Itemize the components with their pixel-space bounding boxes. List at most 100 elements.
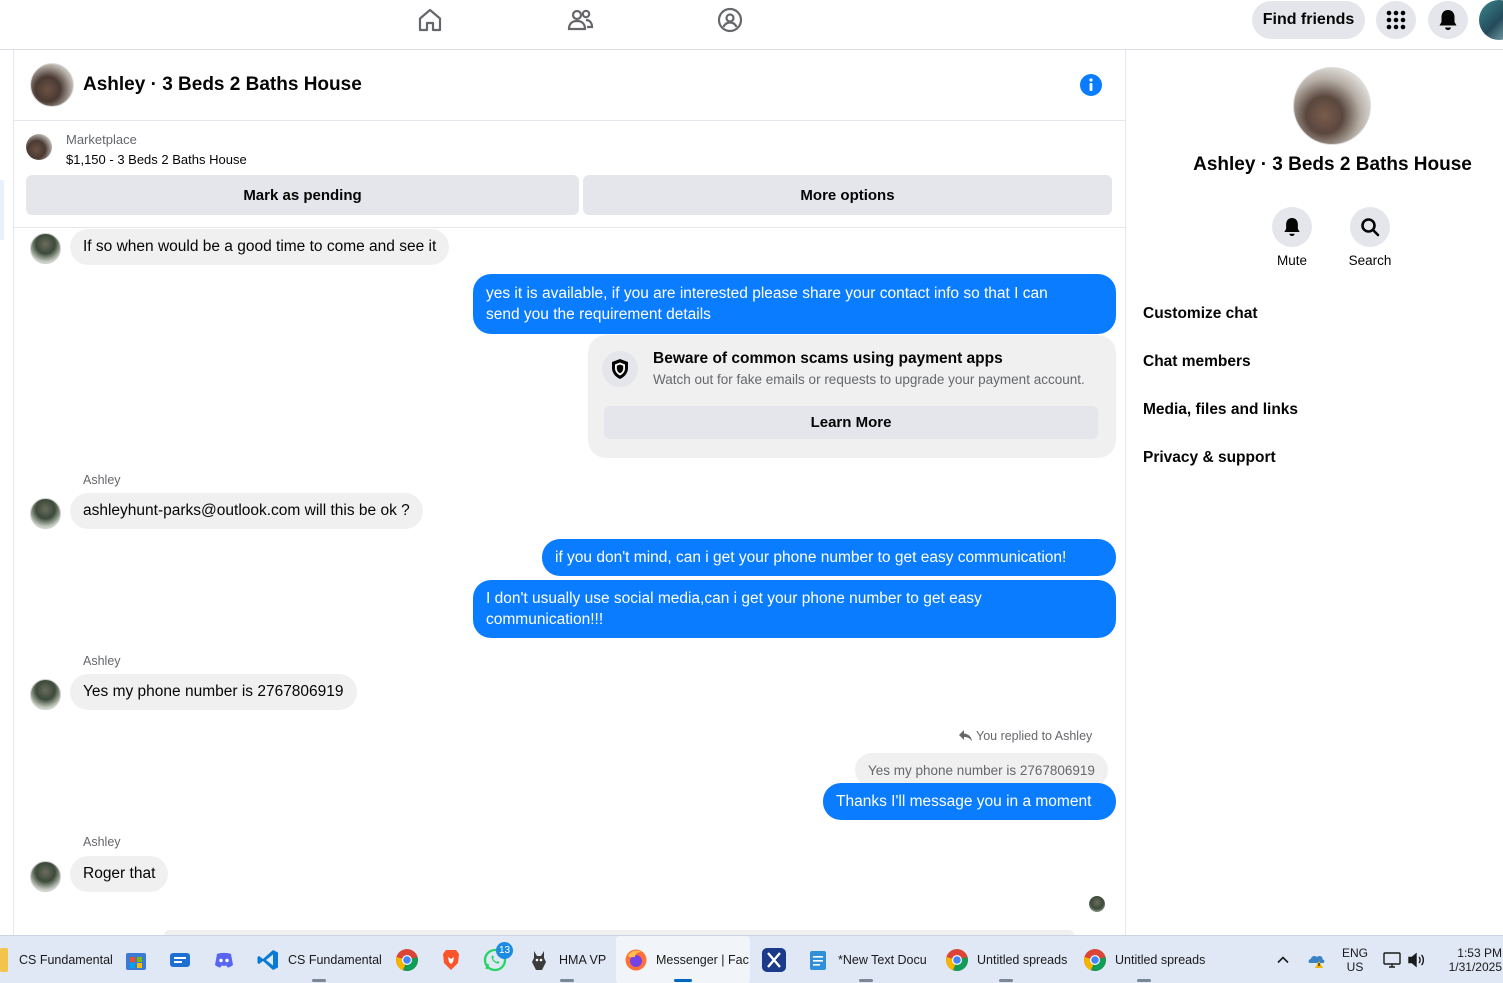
shield-icon bbox=[602, 351, 638, 387]
chat-thread: Ashley · 3 Beds 2 Baths House Marketplac… bbox=[13, 50, 1126, 935]
seen-receipt-avatar bbox=[1089, 896, 1105, 912]
incoming-message[interactable]: Yes my phone number is 2767806919 bbox=[70, 674, 357, 710]
running-indicator bbox=[559, 979, 574, 982]
running-indicator bbox=[311, 979, 326, 982]
taskbar-label: HMA VP bbox=[559, 953, 607, 967]
reply-indicator: You replied to Ashley bbox=[959, 729, 1092, 743]
sender-avatar[interactable] bbox=[30, 233, 61, 264]
taskbar-app-notepad[interactable]: *New Text Docu bbox=[806, 936, 927, 983]
firefox-icon bbox=[624, 948, 648, 972]
marketplace-listing-banner: Marketplace $1,150 - 3 Beds 2 Baths Hous… bbox=[14, 122, 1125, 228]
notification-badge: 13 bbox=[496, 942, 513, 959]
notepad-icon bbox=[806, 948, 830, 972]
chat-title[interactable]: Ashley · 3 Beds 2 Baths House bbox=[83, 74, 362, 96]
language-code: ENG bbox=[1341, 946, 1368, 960]
taskbar-app-discord[interactable] bbox=[212, 936, 236, 983]
taskbar-app-chrome-spreadsheet-1[interactable]: Untitled spreads bbox=[945, 936, 1067, 983]
scam-warning-description: Watch out for fake emails or requests to… bbox=[653, 372, 1085, 387]
quoted-message[interactable]: Yes my phone number is 2767806919 bbox=[855, 753, 1108, 787]
groups-icon[interactable] bbox=[714, 4, 746, 36]
taskbar-app-chrome-spreadsheet-2[interactable]: Untitled spreads bbox=[1083, 936, 1205, 983]
taskbar-app-cs-fundamental[interactable]: CS Fundamental bbox=[0, 936, 113, 983]
find-friends-button[interactable]: Find friends bbox=[1252, 1, 1365, 39]
reply-indicator-text: You replied to Ashley bbox=[976, 729, 1093, 743]
info-icon[interactable] bbox=[1080, 74, 1102, 96]
sender-name: Ashley bbox=[83, 835, 121, 849]
menu-chat-members[interactable]: Chat members bbox=[1143, 353, 1251, 371]
active-indicator bbox=[674, 979, 692, 982]
chrome-profile-icon bbox=[1083, 948, 1107, 972]
message-line: yes it is available, if you are interest… bbox=[486, 285, 1048, 302]
mute-label[interactable]: Mute bbox=[1252, 253, 1332, 268]
mute-bell-icon[interactable] bbox=[1272, 207, 1312, 247]
notifications-bell-icon[interactable] bbox=[1428, 1, 1468, 39]
menu-grid-icon[interactable] bbox=[1376, 1, 1416, 39]
clock-time: 1:53 PM bbox=[1457, 946, 1502, 960]
friends-icon[interactable] bbox=[564, 4, 596, 36]
learn-more-button[interactable]: Learn More bbox=[604, 406, 1098, 439]
running-indicator bbox=[859, 979, 874, 982]
incoming-message[interactable]: ashleyhunt-parks@outlook.com will this b… bbox=[70, 493, 423, 529]
more-options-button[interactable]: More options bbox=[583, 175, 1112, 215]
chevron-up-icon[interactable] bbox=[1276, 936, 1290, 983]
chat-avatar[interactable] bbox=[30, 63, 74, 107]
home-icon[interactable] bbox=[414, 4, 446, 36]
outgoing-message[interactable]: Thanks I'll message you in a moment bbox=[823, 783, 1116, 820]
message-line: communication!!! bbox=[486, 611, 604, 628]
taskbar-label: CS Fundamental bbox=[288, 953, 382, 967]
taskbar-app-store[interactable] bbox=[124, 936, 148, 983]
chat-details-panel: Ashley · 3 Beds 2 Baths House Mute Searc… bbox=[1126, 50, 1503, 935]
outgoing-message[interactable]: yes it is available, if you are interest… bbox=[473, 274, 1116, 334]
top-navigation-bar: Find friends bbox=[0, 0, 1503, 50]
menu-privacy-support[interactable]: Privacy & support bbox=[1143, 449, 1276, 467]
menu-media-files-links[interactable]: Media, files and links bbox=[1143, 401, 1298, 419]
taskbar-app-hma-vpn[interactable]: HMA VP bbox=[527, 936, 606, 983]
running-indicator bbox=[1137, 979, 1152, 982]
menu-customize-chat[interactable]: Customize chat bbox=[1143, 305, 1258, 323]
message-line: I don't usually use social media,can i g… bbox=[486, 590, 982, 607]
taskbar-app-firefox-messenger[interactable]: Messenger | Fac bbox=[616, 936, 750, 983]
details-avatar[interactable] bbox=[1293, 67, 1371, 145]
listing-title[interactable]: $1,150 - 3 Beds 2 Baths House bbox=[66, 152, 247, 167]
taskbar-label: *New Text Docu bbox=[838, 953, 927, 967]
taskbar-label: CS Fundamental bbox=[19, 953, 113, 967]
chrome-profile-icon bbox=[945, 948, 969, 972]
taskbar-app-tool[interactable] bbox=[168, 936, 192, 983]
discord-icon bbox=[212, 948, 236, 972]
sender-avatar[interactable] bbox=[30, 679, 61, 710]
speaker-volume-icon[interactable] bbox=[1407, 936, 1427, 983]
vscode-icon bbox=[256, 948, 280, 972]
whatsapp-icon: 13 bbox=[483, 942, 513, 972]
card-icon bbox=[168, 948, 192, 972]
search-icon[interactable] bbox=[1350, 207, 1390, 247]
running-indicator bbox=[999, 979, 1014, 982]
incoming-message[interactable]: Roger that bbox=[70, 856, 169, 892]
clock[interactable]: 1:53 PM 1/31/2025 bbox=[1436, 946, 1502, 974]
sender-avatar[interactable] bbox=[30, 498, 61, 529]
mark-as-pending-button[interactable]: Mark as pending bbox=[26, 175, 579, 215]
taskbar-app-chrome[interactable] bbox=[395, 936, 419, 983]
taskbar-app-vscode[interactable]: CS Fundamental bbox=[256, 936, 382, 983]
message-line: send you the requirement details bbox=[486, 306, 711, 323]
left-edge-indicator bbox=[0, 180, 4, 240]
details-title: Ashley · 3 Beds 2 Baths House bbox=[1193, 154, 1472, 175]
search-label[interactable]: Search bbox=[1330, 253, 1410, 268]
taskbar-label: Untitled spreads bbox=[977, 953, 1068, 967]
incoming-message[interactable]: If so when would be a good time to come … bbox=[70, 229, 450, 265]
network-monitor-icon[interactable] bbox=[1383, 936, 1401, 983]
sender-name: Ashley bbox=[83, 654, 121, 668]
outgoing-message[interactable]: I don't usually use social media,can i g… bbox=[473, 580, 1116, 638]
sender-avatar[interactable] bbox=[30, 861, 61, 892]
chrome-icon bbox=[395, 948, 419, 972]
donkey-mascot-icon bbox=[527, 948, 551, 972]
listing-thumbnail[interactable] bbox=[26, 134, 52, 160]
language-indicator[interactable]: ENG US bbox=[1340, 946, 1370, 974]
taskbar-app-snipping[interactable] bbox=[762, 936, 786, 983]
profile-avatar[interactable] bbox=[1479, 0, 1503, 40]
taskbar-app-brave[interactable] bbox=[439, 936, 463, 983]
taskbar-app-whatsapp[interactable]: 13 bbox=[483, 936, 513, 983]
scam-warning-title: Beware of common scams using payment app… bbox=[653, 350, 1003, 367]
screen: Find friends Ashley · 3 Beds 2 Baths Hou… bbox=[0, 0, 1503, 983]
cloud-warning-icon[interactable] bbox=[1307, 936, 1327, 983]
outgoing-message[interactable]: if you don't mind, can i get your phone … bbox=[542, 539, 1116, 576]
